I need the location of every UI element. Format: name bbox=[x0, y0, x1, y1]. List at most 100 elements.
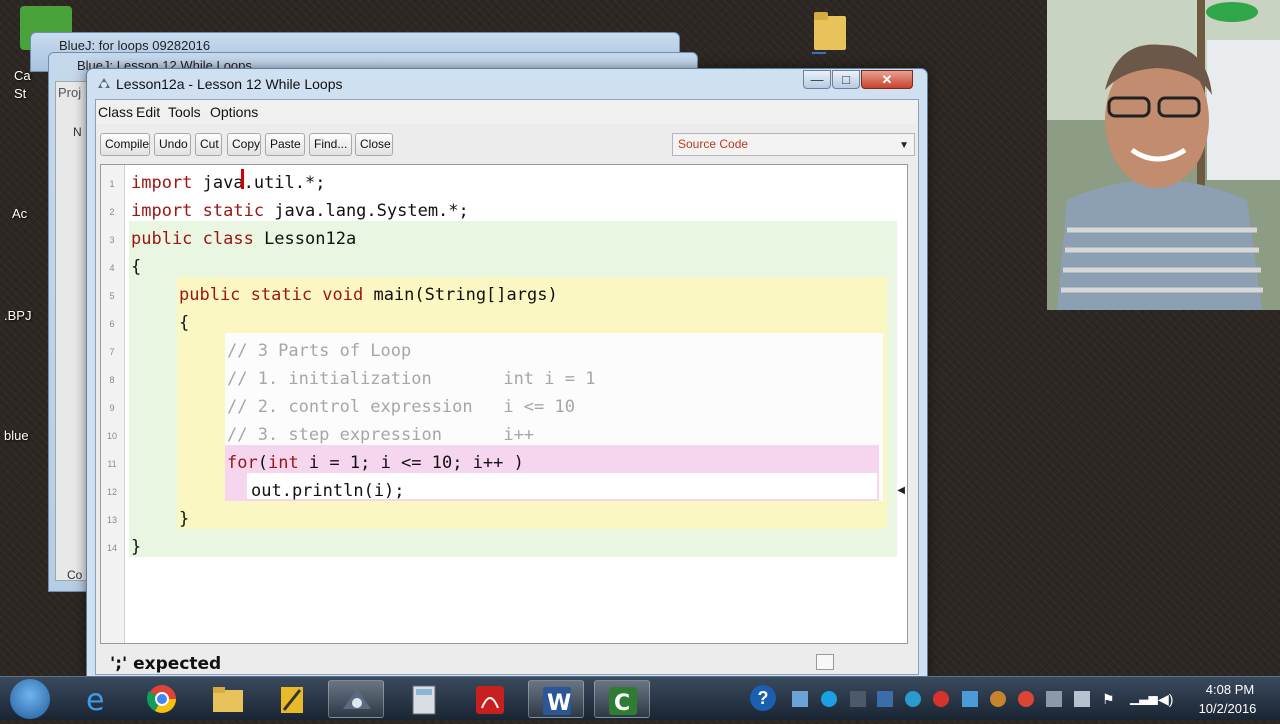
code-comment: // 2. control expression i <= 10 bbox=[227, 397, 575, 417]
start-button[interactable] bbox=[10, 679, 50, 719]
line-number: 8 bbox=[109, 375, 115, 385]
close-window-button[interactable]: ✕ bbox=[861, 70, 913, 89]
cut-button[interactable]: Cut bbox=[195, 133, 222, 156]
title-bar[interactable]: Lesson12a - Lesson 12 While Loops — □ ✕ bbox=[87, 69, 927, 99]
code-line[interactable]: out.println(i); bbox=[251, 477, 405, 505]
source-editor[interactable]: 1 2 3 4 5 6 7 8 9 10 11 12 13 14 import java.util.*; i… bbox=[100, 164, 908, 644]
network-tray-icon[interactable] bbox=[792, 691, 808, 707]
taskbar: e W C ? ⚑ ▁▃▅ ◀) bbox=[0, 676, 1280, 720]
find-button[interactable]: Find... bbox=[309, 133, 352, 156]
undo-button[interactable]: Undo bbox=[154, 133, 191, 156]
taskbar-explorer-icon[interactable] bbox=[200, 680, 256, 718]
menu-tools[interactable]: Tools bbox=[168, 104, 201, 120]
taskbar-camtasia-icon[interactable]: C bbox=[594, 680, 650, 718]
taskbar-calculator-icon[interactable] bbox=[396, 680, 452, 718]
compile-button[interactable]: Compile bbox=[100, 133, 150, 156]
code-keyword: import bbox=[131, 173, 193, 193]
code-line[interactable]: for(int i = 1; i <= 10; i++ ) bbox=[227, 449, 524, 477]
taskbar-chrome-icon[interactable] bbox=[134, 680, 190, 718]
desktop-icon-label: blue bbox=[4, 428, 29, 443]
code-text: java.util.*; bbox=[192, 173, 326, 193]
menu-options[interactable]: Options bbox=[210, 104, 258, 120]
line-number: 9 bbox=[109, 403, 115, 413]
folder-icon[interactable] bbox=[812, 8, 848, 54]
line-number: 10 bbox=[106, 431, 117, 441]
code-text: i = 1; i <= 10; i++ ) bbox=[298, 453, 524, 473]
desktop-icon-label: Ca bbox=[14, 68, 31, 83]
line-number-gutter: 1 2 3 4 5 6 7 8 9 10 11 12 13 14 bbox=[101, 165, 125, 643]
code-line[interactable]: // 3. step expression i++ bbox=[227, 421, 534, 449]
code-line[interactable]: } bbox=[131, 533, 141, 561]
code-line[interactable]: import java.util.*; bbox=[131, 169, 325, 197]
maximize-button[interactable]: □ bbox=[832, 70, 860, 89]
paste-button[interactable]: Paste bbox=[265, 133, 305, 156]
code-text: Lesson12a bbox=[253, 229, 357, 249]
app-tray-icon[interactable] bbox=[933, 691, 949, 707]
line-number: 13 bbox=[106, 515, 117, 525]
code-line[interactable]: { bbox=[179, 309, 189, 337]
code-comment: // 3. step expression i++ bbox=[227, 425, 535, 445]
line-number: 1 bbox=[109, 179, 115, 189]
code-text: } bbox=[179, 509, 190, 529]
code-keyword: for bbox=[227, 453, 258, 473]
app-tray-icon[interactable] bbox=[990, 691, 1006, 707]
taskbar-notepad-icon[interactable] bbox=[264, 680, 320, 718]
skype-tray-icon[interactable] bbox=[821, 691, 837, 707]
flag-icon[interactable]: ⚑ bbox=[1102, 691, 1118, 707]
view-mode-value: Source Code bbox=[678, 137, 749, 151]
minimize-button[interactable]: — bbox=[803, 70, 831, 89]
signal-icon[interactable]: ▁▃▅ bbox=[1130, 691, 1158, 707]
clock-date[interactable]: 10/2/2016 bbox=[1190, 701, 1265, 716]
code-line[interactable]: import static java.lang.System.*; bbox=[131, 197, 469, 225]
app-tray-icon[interactable] bbox=[850, 691, 866, 707]
code-line[interactable]: // 3 Parts of Loop bbox=[227, 337, 411, 365]
code-text: ( bbox=[257, 453, 268, 473]
code-keyword: public class bbox=[131, 229, 254, 249]
webcam-video bbox=[1047, 0, 1280, 310]
svg-text:C: C bbox=[614, 691, 630, 716]
code-text: java.lang.System.*; bbox=[264, 201, 469, 221]
help-icon[interactable]: ? bbox=[750, 685, 776, 711]
app-tray-icon[interactable] bbox=[1046, 691, 1062, 707]
background-fragment: Co bbox=[67, 568, 83, 582]
code-keyword: public static void bbox=[179, 285, 364, 305]
app-tray-icon[interactable] bbox=[905, 691, 921, 707]
bluej-app-icon bbox=[98, 78, 110, 88]
menu-bar: Class Edit Tools Options bbox=[96, 100, 918, 124]
editor-window[interactable]: Lesson12a - Lesson 12 While Loops — □ ✕ … bbox=[86, 68, 928, 680]
app-tray-icon[interactable] bbox=[962, 691, 978, 707]
taskbar-bluej-icon[interactable] bbox=[328, 680, 384, 718]
taskbar-acrobat-icon[interactable] bbox=[462, 680, 518, 718]
line-number: 3 bbox=[109, 235, 115, 245]
volume-icon[interactable]: ◀) bbox=[1158, 691, 1174, 707]
chevron-down-icon: ▼ bbox=[899, 140, 909, 151]
taskbar-word-icon[interactable]: W bbox=[528, 680, 584, 718]
code-text: { bbox=[179, 313, 190, 333]
line-number: 6 bbox=[109, 319, 115, 329]
clock-time[interactable]: 4:08 PM bbox=[1195, 682, 1265, 697]
code-keyword: import static bbox=[131, 201, 265, 221]
view-mode-select[interactable]: Source Code ▼ bbox=[672, 133, 915, 156]
code-line[interactable]: public class Lesson12a bbox=[131, 225, 356, 253]
code-comment: // 3 Parts of Loop bbox=[227, 341, 412, 361]
menu-edit[interactable]: Edit bbox=[136, 104, 160, 120]
app-tray-icon[interactable] bbox=[1074, 691, 1090, 707]
window-title: Lesson12a - Lesson 12 While Loops bbox=[116, 76, 343, 92]
app-tray-icon[interactable] bbox=[877, 691, 893, 707]
scroll-left-arrow-icon[interactable]: ◀ bbox=[897, 485, 905, 496]
code-line[interactable]: // 1. initialization int i = 1 bbox=[227, 365, 595, 393]
code-text: main(String[]args) bbox=[363, 285, 558, 305]
code-line[interactable]: // 2. control expression i <= 10 bbox=[227, 393, 575, 421]
chrome-tray-icon[interactable] bbox=[1018, 691, 1034, 707]
copy-button[interactable]: Copy bbox=[227, 133, 261, 156]
editor-client-area: Class Edit Tools Options Compile Undo Cu… bbox=[95, 99, 919, 675]
status-bar: ';' expected bbox=[100, 650, 916, 674]
code-line[interactable]: public static void main(String[]args) bbox=[179, 281, 558, 309]
code-line[interactable]: } bbox=[179, 505, 189, 533]
taskbar-ie-icon[interactable]: e bbox=[70, 680, 126, 718]
status-message: ';' expected bbox=[110, 654, 222, 674]
code-line[interactable]: { bbox=[131, 253, 141, 281]
menu-class[interactable]: Class bbox=[98, 104, 133, 120]
close-button[interactable]: Close bbox=[355, 133, 393, 156]
line-number: 7 bbox=[109, 347, 115, 357]
